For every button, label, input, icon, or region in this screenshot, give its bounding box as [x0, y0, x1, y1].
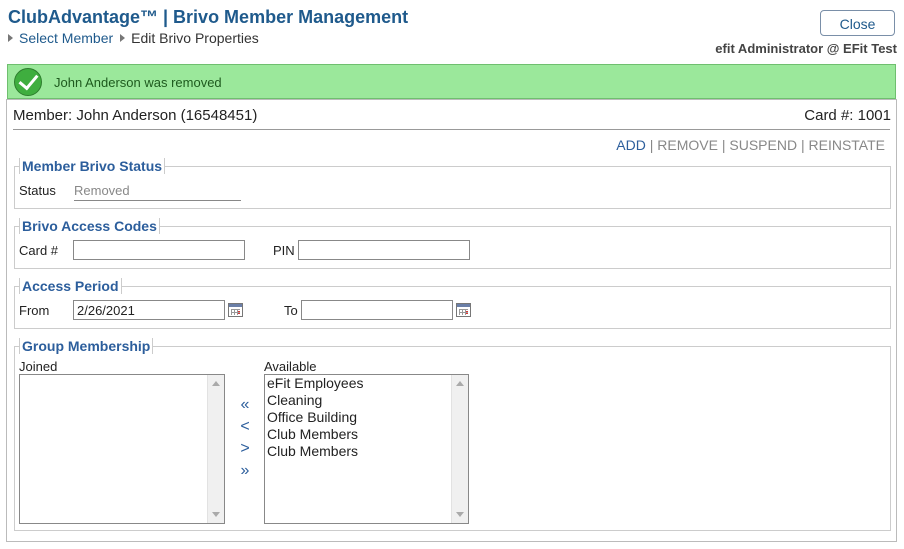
from-label: From	[19, 303, 50, 318]
suspend-link[interactable]: SUSPEND	[729, 137, 797, 153]
status-label: Status	[19, 183, 56, 198]
scrollbar[interactable]	[207, 375, 224, 523]
admin-label: efit Administrator @ EFit Test	[715, 41, 897, 56]
scroll-down-icon[interactable]	[212, 512, 220, 517]
scroll-up-icon[interactable]	[212, 381, 220, 386]
access-codes-legend: Brivo Access Codes	[19, 218, 160, 234]
page-title: ClubAdvantage™ | Brivo Member Management	[8, 7, 409, 27]
available-listbox[interactable]: eFit Employees Cleaning Office Building …	[264, 374, 469, 524]
joined-listbox[interactable]	[19, 374, 225, 524]
list-item[interactable]: Office Building	[265, 409, 468, 426]
divider	[13, 129, 890, 130]
group-membership-legend: Group Membership	[19, 338, 154, 354]
action-links: ADD | REMOVE | SUSPEND | REINSTATE	[616, 137, 885, 153]
scrollbar[interactable]	[451, 375, 468, 523]
close-button[interactable]: Close	[820, 10, 895, 36]
calendar-icon[interactable]	[228, 303, 243, 317]
access-period-legend: Access Period	[19, 278, 122, 294]
card-input[interactable]	[73, 240, 245, 260]
list-item[interactable]: Club Members	[265, 426, 468, 443]
available-label: Available	[264, 359, 317, 374]
card-label: Card #	[19, 243, 59, 258]
pin-label: PIN	[273, 243, 295, 258]
to-date-input[interactable]	[301, 300, 453, 320]
move-all-right-button[interactable]: »	[238, 462, 252, 480]
checkmark-icon	[14, 68, 42, 96]
to-label: To	[284, 303, 298, 318]
breadcrumb-select-member[interactable]: Select Member	[19, 30, 113, 46]
scroll-up-icon[interactable]	[456, 381, 464, 386]
breadcrumb-arrow-icon	[120, 34, 126, 42]
reinstate-link[interactable]: REINSTATE	[809, 137, 886, 153]
move-all-left-button[interactable]: «	[238, 396, 252, 414]
list-item[interactable]: Cleaning	[265, 392, 468, 409]
joined-label: Joined	[19, 359, 58, 374]
add-link[interactable]: ADD	[616, 137, 646, 153]
list-item[interactable]: Club Members	[265, 443, 468, 460]
breadcrumb: Select Member Edit Brivo Properties	[8, 30, 259, 46]
banner-message: John Anderson was removed	[54, 75, 222, 90]
status-value: Removed	[74, 183, 241, 201]
from-date-input[interactable]	[73, 300, 225, 320]
success-banner: John Anderson was removed	[7, 64, 896, 99]
breadcrumb-arrow-icon	[8, 34, 13, 42]
pin-input[interactable]	[298, 240, 470, 260]
calendar-icon[interactable]	[456, 303, 471, 317]
scroll-down-icon[interactable]	[456, 512, 464, 517]
move-right-button[interactable]: >	[238, 440, 252, 458]
list-item[interactable]: eFit Employees	[265, 375, 468, 392]
member-card-number: Card #: 1001	[804, 107, 891, 124]
breadcrumb-current: Edit Brivo Properties	[131, 30, 259, 46]
move-left-button[interactable]: <	[238, 418, 252, 436]
member-name: Member: John Anderson (16548451)	[13, 107, 258, 124]
status-legend: Member Brivo Status	[19, 158, 166, 174]
remove-link[interactable]: REMOVE	[657, 137, 718, 153]
